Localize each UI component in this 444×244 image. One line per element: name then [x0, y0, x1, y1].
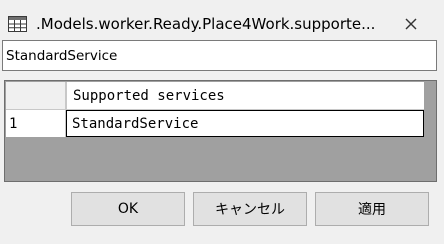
- title-bar[interactable]: .Models.worker.Ready.Place4Work.supporte…: [0, 0, 444, 37]
- services-grid[interactable]: Supported services 1 StandardService: [4, 80, 437, 182]
- grid-corner-cell: [6, 82, 66, 110]
- ok-button[interactable]: OK: [71, 192, 185, 226]
- window-title: .Models.worker.Ready.Place4Work.supporte…: [36, 16, 376, 33]
- grid-cell[interactable]: StandardService: [66, 110, 424, 137]
- cancel-button[interactable]: キャンセル: [193, 192, 307, 226]
- table-icon: [8, 16, 27, 32]
- close-icon[interactable]: [396, 12, 426, 36]
- value-field[interactable]: [2, 40, 437, 71]
- column-header-supported-services[interactable]: Supported services: [66, 82, 424, 110]
- row-header[interactable]: 1: [6, 110, 66, 137]
- dialog-window: .Models.worker.Ready.Place4Work.supporte…: [0, 0, 444, 244]
- apply-button[interactable]: 適用: [315, 192, 429, 226]
